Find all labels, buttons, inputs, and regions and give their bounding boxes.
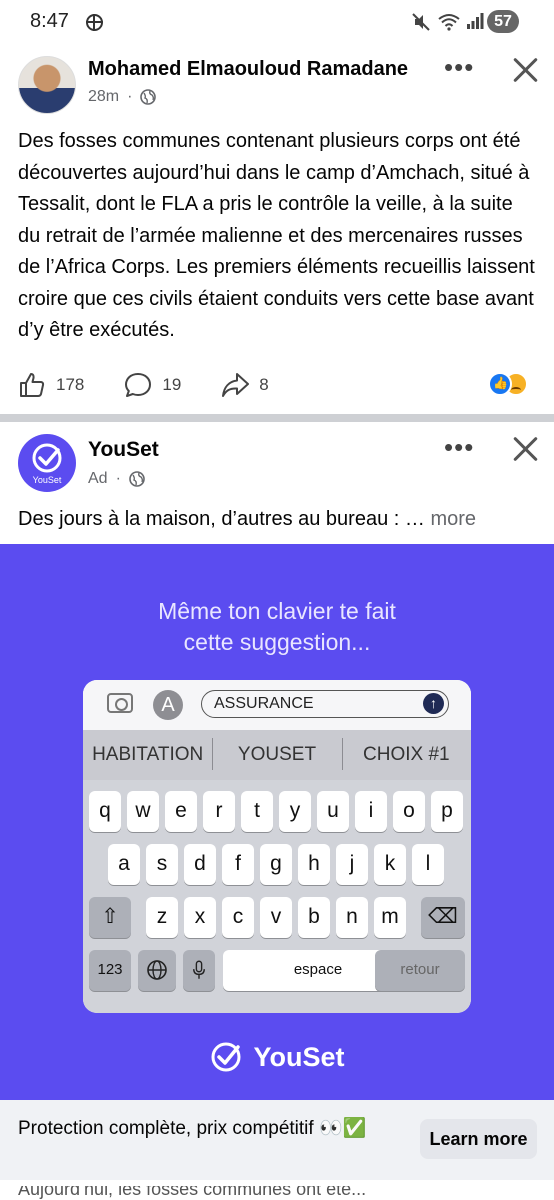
basketball-icon xyxy=(86,14,103,31)
post-body: Des fosses communes contenant plusieurs … xyxy=(18,130,535,341)
share-button[interactable]: 8 xyxy=(221,371,269,399)
suggestion-item: CHOIX #1 xyxy=(341,738,471,770)
post-actions: 178 19 8 xyxy=(18,370,309,400)
next-post-peek: Aujourd’hui, les fosses communes ont été… xyxy=(0,1186,554,1200)
key: f xyxy=(222,844,254,885)
ad-body: Des jours à la maison, d’autres au burea… xyxy=(18,508,476,531)
author-avatar[interactable] xyxy=(18,56,76,114)
globe-icon xyxy=(140,89,157,105)
key: j xyxy=(336,844,368,885)
close-icon[interactable] xyxy=(512,57,538,83)
share-icon xyxy=(222,373,250,397)
key: a xyxy=(108,844,140,885)
ad-cta-text: Protection complète, prix compétitif 👀✅ xyxy=(18,1118,367,1139)
message-input: ASSURANCE ↑ xyxy=(201,690,449,718)
see-more-link[interactable]: more xyxy=(430,508,476,530)
key: b xyxy=(298,897,330,938)
next-post-peek-text: Aujourd’hui, les fosses communes ont été… xyxy=(18,1186,367,1199)
ad-cta-bar: Protection complète, prix compétitif 👀✅ … xyxy=(0,1100,554,1180)
key: m xyxy=(374,897,406,938)
appstore-icon: A xyxy=(153,690,183,720)
like-count: 178 xyxy=(56,375,85,394)
shift-icon: ⇧ xyxy=(89,897,131,938)
key: w xyxy=(127,791,159,832)
key: y xyxy=(279,791,311,832)
keyboard-toolbar: A ASSURANCE ↑ xyxy=(83,680,471,730)
key: l xyxy=(412,844,444,885)
comment-count: 19 xyxy=(162,375,182,394)
mute-icon xyxy=(412,13,430,31)
key: q xyxy=(89,791,121,832)
wifi-icon xyxy=(438,14,460,31)
suggestion-item: YOUSET xyxy=(212,738,341,770)
more-dots-icon[interactable]: ••• xyxy=(444,432,474,463)
ad-creative-image[interactable]: Même ton clavier te fait cette suggestio… xyxy=(0,544,554,1100)
status-bar: 8:47 57 xyxy=(0,0,554,44)
key: t xyxy=(241,791,273,832)
camera-icon xyxy=(107,693,133,713)
sponsor-name[interactable]: YouSet xyxy=(88,438,159,462)
like-icon xyxy=(20,373,45,397)
key: i xyxy=(355,791,387,832)
key: v xyxy=(260,897,292,938)
close-icon[interactable] xyxy=(512,436,538,462)
suggestion-bar: HABITATION YOUSET CHOIX #1 xyxy=(83,730,471,780)
reaction-summary[interactable] xyxy=(488,372,540,398)
globe-key-icon xyxy=(138,950,176,991)
keyboard-keys: q w e r t y u i o p a s d f g h j k l ⇧ … xyxy=(83,780,471,1013)
ad-headline: Même ton clavier te fait cette suggestio… xyxy=(0,596,554,658)
sponsor-avatar[interactable]: YouSet xyxy=(18,434,76,492)
share-count: 8 xyxy=(259,375,269,394)
comment-icon xyxy=(125,373,152,397)
more-dots-icon[interactable]: ••• xyxy=(444,52,474,83)
numbers-key: 123 xyxy=(89,950,131,991)
dot-separator: · xyxy=(127,88,133,105)
return-key: retour xyxy=(375,950,465,991)
key: k xyxy=(374,844,406,885)
key: c xyxy=(222,897,254,938)
like-reaction-icon xyxy=(488,372,512,396)
backspace-icon: ⌫ xyxy=(421,897,465,938)
keyboard-mockup: A ASSURANCE ↑ HABITATION YOUSET CHOIX #1… xyxy=(83,680,471,1013)
key: n xyxy=(336,897,368,938)
ad-body-text: Des jours à la maison, d’autres au burea… xyxy=(18,508,425,530)
status-time: 8:47 xyxy=(30,10,69,32)
mic-icon xyxy=(183,950,215,991)
key: u xyxy=(317,791,349,832)
key: g xyxy=(260,844,292,885)
post-meta: 28m · xyxy=(88,88,157,106)
ad-label: Ad xyxy=(88,470,108,487)
post-time[interactable]: 28m xyxy=(88,88,119,106)
key: e xyxy=(165,791,197,832)
ad-meta: Ad · xyxy=(88,470,145,488)
key: h xyxy=(298,844,330,885)
youset-check-icon xyxy=(211,1042,241,1072)
ad-headline-text: Même ton clavier te fait cette suggestio… xyxy=(158,598,396,655)
key: x xyxy=(184,897,216,938)
feed-divider xyxy=(0,414,554,422)
key: o xyxy=(393,791,425,832)
learn-more-button[interactable]: Learn more xyxy=(420,1119,537,1159)
key: p xyxy=(431,791,463,832)
like-button[interactable]: 178 xyxy=(18,371,84,399)
ad-brand-logo: YouSet xyxy=(0,1040,554,1079)
signal-icon xyxy=(467,13,484,29)
key: z xyxy=(146,897,178,938)
dot-separator: · xyxy=(115,470,121,487)
sponsor-avatar-caption: YouSet xyxy=(32,475,62,485)
battery-indicator: 57 xyxy=(487,10,519,33)
suggestion-item: HABITATION xyxy=(92,744,204,765)
key: s xyxy=(146,844,178,885)
post-author[interactable]: Mohamed Elmaouloud Ramadane xyxy=(88,58,418,81)
key: d xyxy=(184,844,216,885)
globe-icon xyxy=(129,471,145,487)
comment-button[interactable]: 19 xyxy=(124,371,181,399)
ad-brand-name: YouSet xyxy=(253,1041,345,1072)
message-input-text: ASSURANCE xyxy=(214,695,314,712)
send-arrow-icon: ↑ xyxy=(423,693,444,714)
key: r xyxy=(203,791,235,832)
